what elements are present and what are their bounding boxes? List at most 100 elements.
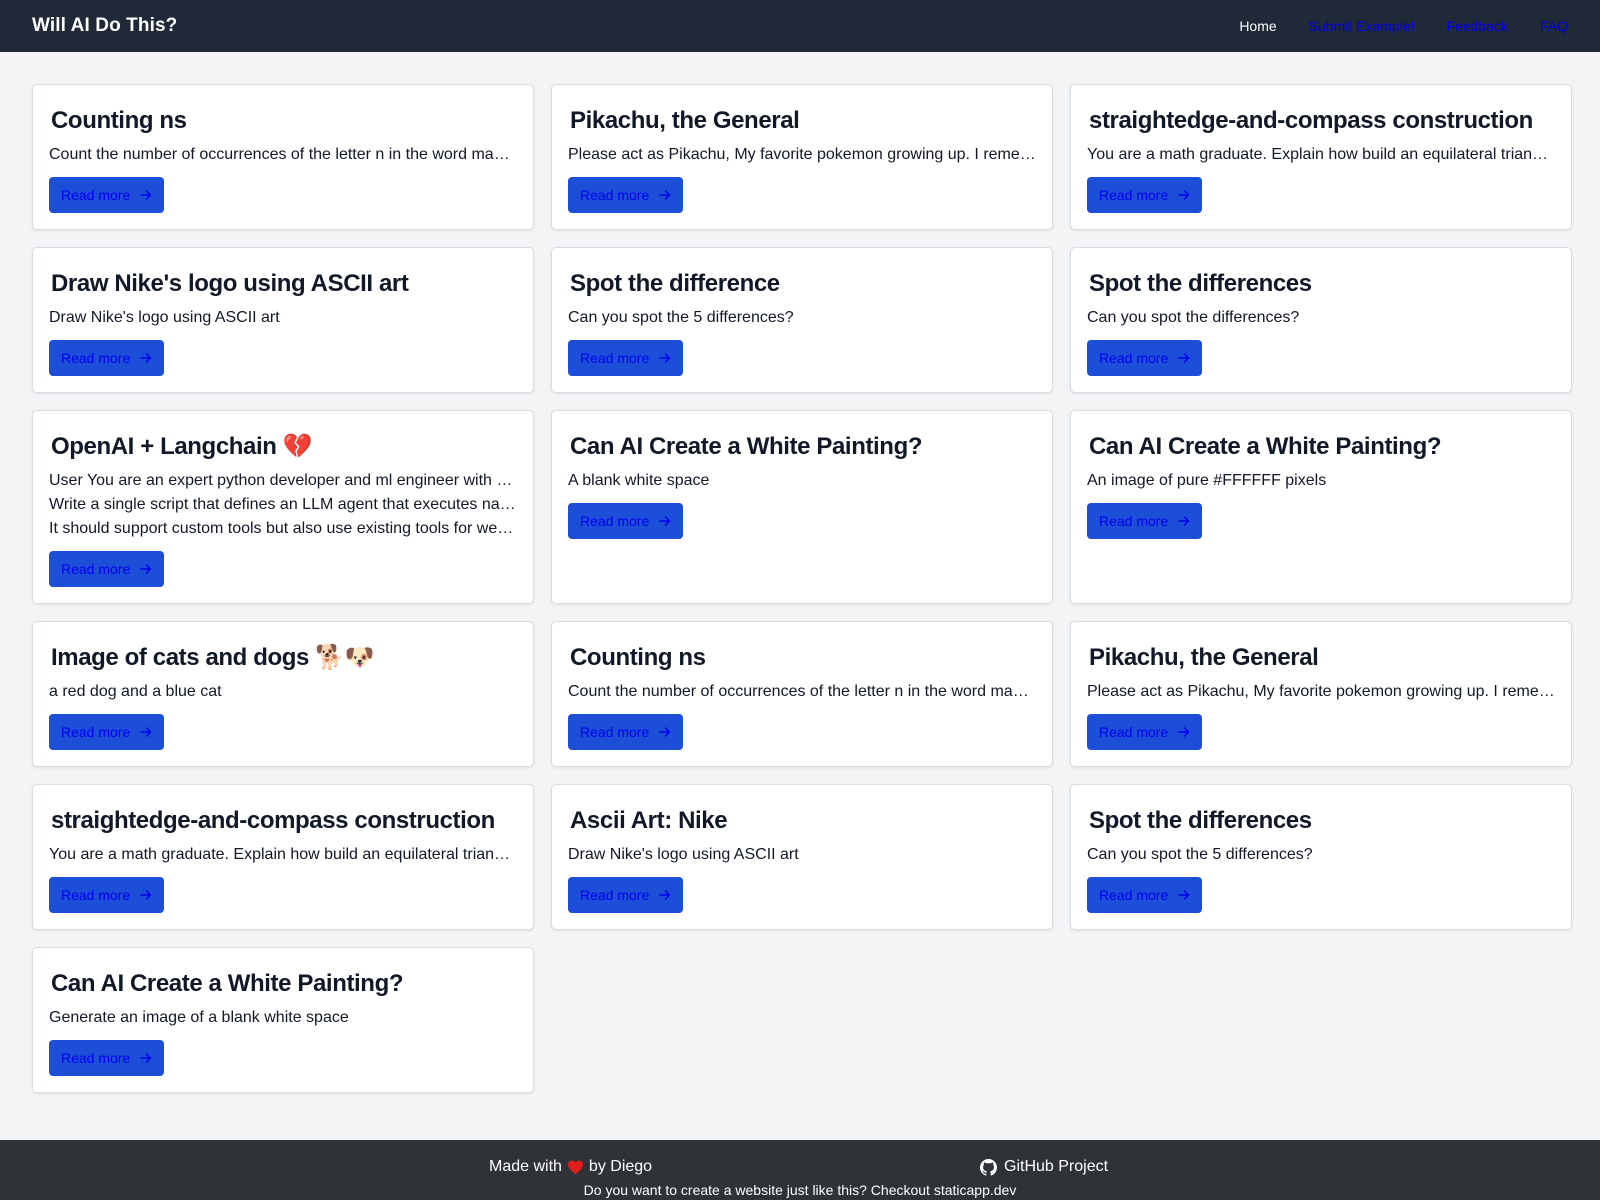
card-description: Count the number of occurrences of the l… (568, 680, 1036, 704)
footer-staticapp-note[interactable]: Do you want to create a website just lik… (0, 1182, 1600, 1198)
card-title: Pikachu, the General (570, 107, 800, 134)
read-more-label: Read more (1099, 887, 1169, 903)
read-more-button[interactable]: Read more (1087, 714, 1203, 750)
card-description: An image of pure #FFFFFF pixels (1087, 469, 1555, 493)
card-title: Counting ns (51, 107, 187, 134)
read-more-label: Read more (1099, 724, 1169, 740)
github-project-label: GitHub Project (1004, 1158, 1109, 1175)
card-description-line: You are a math graduate. Explain how bui… (49, 846, 517, 863)
example-card: Ascii Art: Nike Draw Nike's logo using AS… (551, 784, 1053, 930)
read-more-button[interactable]: Read more (568, 877, 684, 913)
main-nav: Home Submit Example! Feedback FAQ (1239, 18, 1568, 34)
read-more-label: Read more (61, 1050, 131, 1066)
card-description: Draw Nike's logo using ASCII art (49, 306, 517, 330)
read-more-button[interactable]: Read more (568, 503, 684, 539)
nav-submit-example[interactable]: Submit Example! (1309, 18, 1415, 34)
card-description-line: Can you spot the 5 differences? (1087, 846, 1313, 863)
arrow-right-icon (140, 190, 152, 200)
arrow-right-icon (1178, 516, 1190, 526)
example-card: Counting ns Count the number of occurrenc… (551, 621, 1053, 767)
read-more-button[interactable]: Read more (49, 340, 165, 376)
card-description: Draw Nike's logo using ASCII art (568, 843, 1036, 867)
card-description: Can you spot the 5 differences? (568, 306, 1036, 330)
read-more-label: Read more (1099, 350, 1169, 366)
card-description-line: Count the number of occurrences of the l… (49, 146, 517, 163)
read-more-button[interactable]: Read more (49, 177, 165, 213)
card-description-line: Count the number of occurrences of the l… (568, 683, 1036, 700)
nav-feedback[interactable]: Feedback (1447, 18, 1508, 34)
card-description: a red dog and a blue cat (49, 680, 517, 704)
arrow-right-icon (140, 1053, 152, 1063)
arrow-right-icon (140, 564, 152, 574)
card-description-line: It should support custom tools but also … (49, 520, 517, 537)
read-more-label: Read more (1099, 513, 1169, 529)
card-description-line: You are a math graduate. Explain how bui… (1087, 146, 1555, 163)
card-description-line: An image of pure #FFFFFF pixels (1087, 472, 1327, 489)
card-description-line: User You are an expert python developer … (49, 472, 517, 489)
read-more-button[interactable]: Read more (1087, 340, 1203, 376)
read-more-button[interactable]: Read more (1087, 503, 1203, 539)
read-more-label: Read more (61, 187, 131, 203)
example-card: straightedge-and-compass construction You… (1070, 84, 1572, 230)
read-more-label: Read more (61, 350, 131, 366)
card-description-line: A blank white space (568, 472, 710, 489)
read-more-label: Read more (580, 887, 650, 903)
card-description: You are a math graduate. Explain how bui… (1087, 143, 1555, 167)
read-more-button[interactable]: Read more (1087, 877, 1203, 913)
card-description: Can you spot the differences? (1087, 306, 1555, 330)
example-card: Can AI Create a White Painting? Generate … (32, 947, 534, 1093)
card-description-line: a red dog and a blue cat (49, 683, 222, 700)
example-card: Pikachu, the General Please act as Pikach… (1070, 621, 1572, 767)
read-more-label: Read more (580, 513, 650, 529)
site-footer: Made with by Diego GitHub Project Do you… (0, 1140, 1600, 1200)
card-description-line: Please act as Pikachu, My favorite pokem… (568, 146, 1036, 163)
card-description-line: Draw Nike's logo using ASCII art (49, 309, 280, 326)
card-title: Image of cats and dogs 🐕🐶 (51, 644, 375, 671)
card-description: A blank white space (568, 469, 1036, 493)
read-more-button[interactable]: Read more (568, 340, 684, 376)
card-title: Spot the differences (1089, 807, 1312, 834)
made-with-suffix: by Diego (588, 1158, 653, 1175)
read-more-button[interactable]: Read more (49, 1040, 165, 1076)
read-more-label: Read more (61, 724, 131, 740)
read-more-button[interactable]: Read more (1087, 177, 1203, 213)
card-title: Counting ns (570, 644, 706, 671)
read-more-button[interactable]: Read more (49, 714, 165, 750)
example-card-grid: Counting ns Count the number of occurrenc… (32, 84, 1572, 1093)
card-description: You are a math graduate. Explain how bui… (49, 843, 517, 867)
site-brand[interactable]: Will AI Do This? (32, 15, 177, 37)
arrow-right-icon (1178, 890, 1190, 900)
example-card: Can AI Create a White Painting? A blank w… (551, 410, 1053, 604)
arrow-right-icon (140, 890, 152, 900)
read-more-button[interactable]: Read more (568, 177, 684, 213)
example-card: Image of cats and dogs 🐕🐶 a red dog and a… (32, 621, 534, 767)
made-with-prefix: Made with (489, 1158, 562, 1175)
heart-icon (567, 1160, 583, 1174)
example-card: Spot the differences Can you spot the 5 d… (1070, 784, 1572, 930)
made-with-credit: Made with by Diego (489, 1158, 652, 1176)
nav-home[interactable]: Home (1239, 18, 1276, 34)
card-title: OpenAI + Langchain 💔 (51, 433, 313, 460)
card-title: Spot the differences (1089, 270, 1312, 297)
nav-faq[interactable]: FAQ (1540, 18, 1568, 34)
read-more-button[interactable]: Read more (49, 551, 165, 587)
example-card: Can AI Create a White Painting? An image … (1070, 410, 1572, 604)
arrow-right-icon (1178, 353, 1190, 363)
read-more-button[interactable]: Read more (568, 714, 684, 750)
read-more-label: Read more (580, 350, 650, 366)
top-navbar: Will AI Do This? Home Submit Example! Fe… (0, 0, 1600, 52)
card-description: User You are an expert python developer … (49, 469, 517, 541)
read-more-button[interactable]: Read more (49, 877, 165, 913)
read-more-label: Read more (580, 724, 650, 740)
read-more-label: Read more (61, 887, 131, 903)
example-card: straightedge-and-compass construction You… (32, 784, 534, 930)
read-more-label: Read more (61, 561, 131, 577)
card-description-line: Can you spot the 5 differences? (568, 309, 794, 326)
card-title: straightedge-and-compass construction (51, 807, 495, 834)
card-title: Can AI Create a White Painting? (1089, 433, 1442, 460)
arrow-right-icon (659, 516, 671, 526)
card-description-line: Generate an image of a blank white space (49, 1009, 349, 1026)
github-project-link[interactable]: GitHub Project (980, 1158, 1108, 1176)
card-title: Pikachu, the General (1089, 644, 1319, 671)
arrow-right-icon (140, 727, 152, 737)
